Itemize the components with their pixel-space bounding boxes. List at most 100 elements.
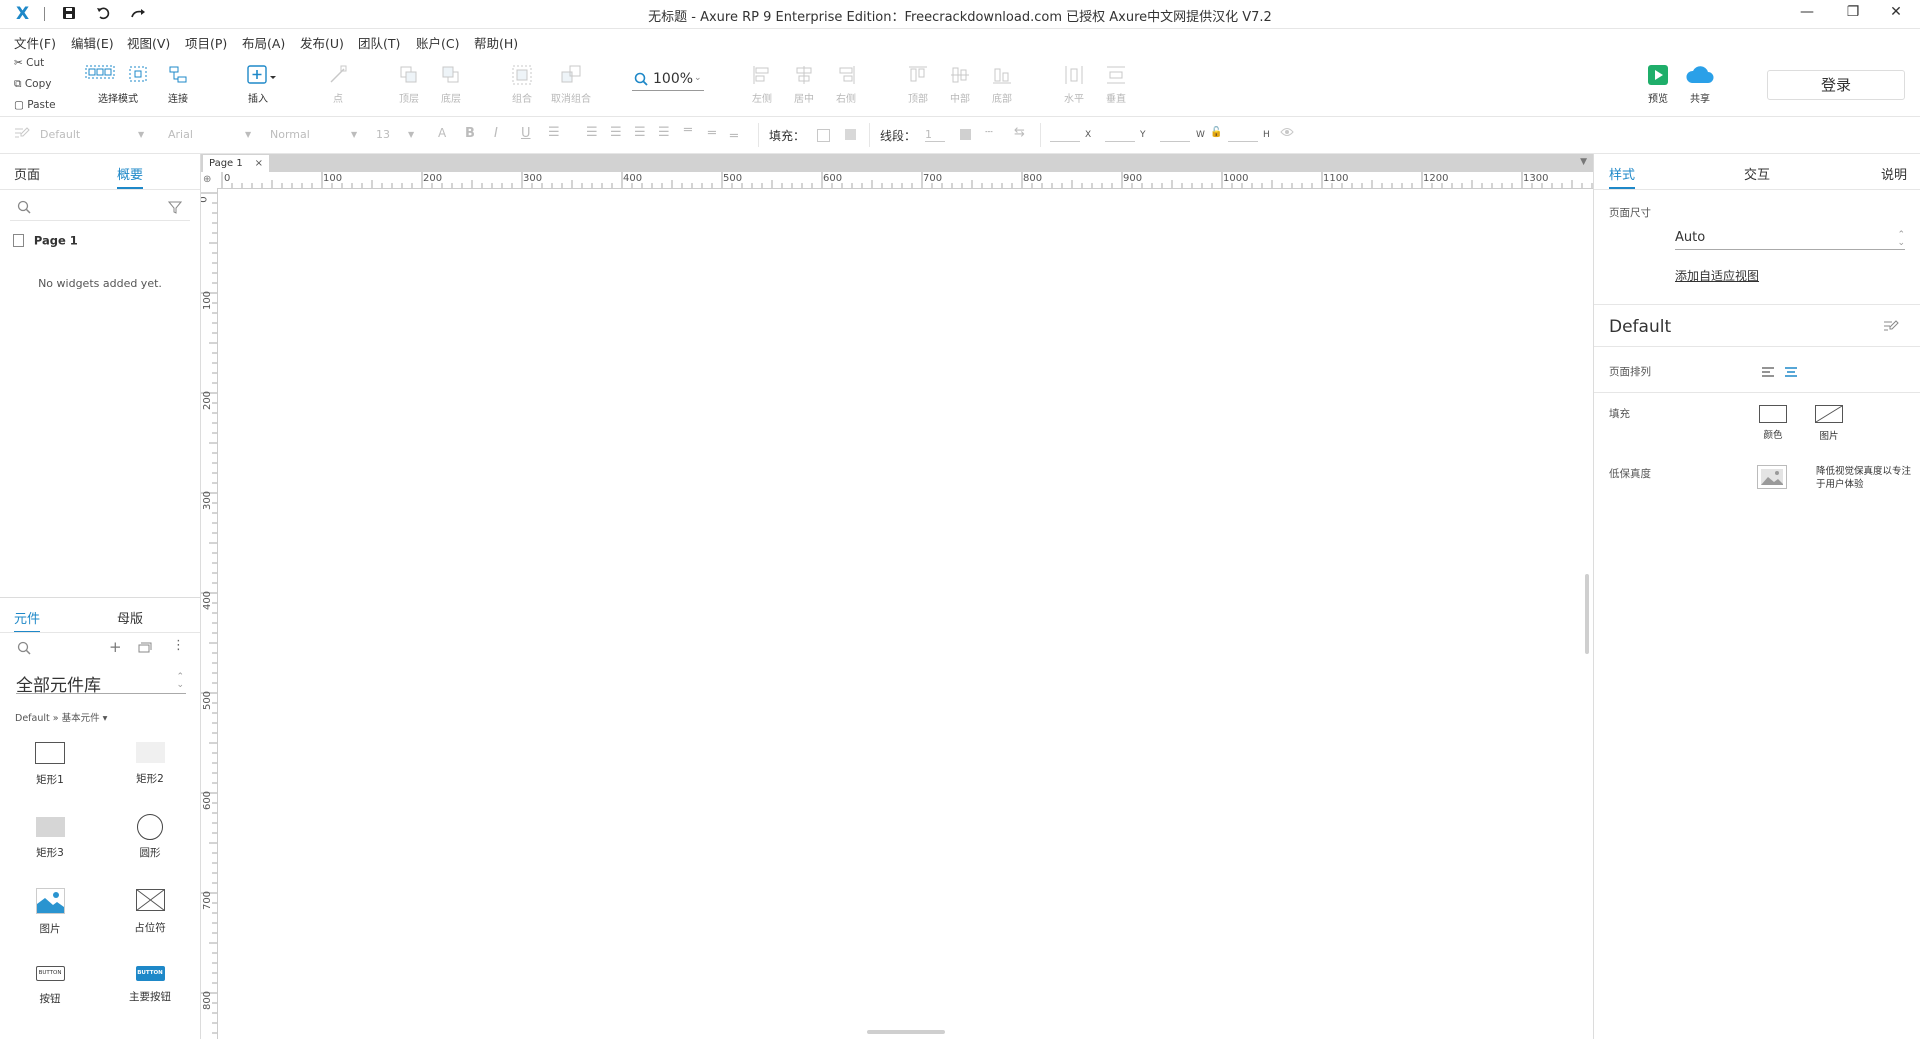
- menu-help[interactable]: 帮助(H): [474, 33, 518, 52]
- fill-color-option[interactable]: 颜色: [1756, 405, 1790, 441]
- h-input[interactable]: [1228, 141, 1258, 142]
- more-options-icon[interactable]: ⋮: [172, 638, 185, 653]
- menu-file[interactable]: 文件(F): [14, 33, 56, 52]
- restore-button[interactable]: ❐: [1833, 4, 1873, 24]
- widget-rectangle-2[interactable]: 矩形2: [110, 742, 190, 786]
- text-align-right-icon[interactable]: ☰: [634, 125, 646, 140]
- cut-button[interactable]: ✂ Cut: [14, 57, 44, 69]
- menu-layout[interactable]: 布局(A): [242, 33, 285, 52]
- arrow-style-icon[interactable]: ⇆: [1014, 125, 1025, 140]
- outline-search-icon[interactable]: [17, 200, 31, 217]
- page-size-select[interactable]: Auto ⌃ ⌄: [1675, 228, 1905, 250]
- paste-button[interactable]: ▢ Paste: [14, 99, 56, 111]
- tab-overflow-icon[interactable]: ▼: [1580, 157, 1587, 167]
- login-button[interactable]: 登录: [1767, 70, 1905, 100]
- text-color-icon[interactable]: A: [438, 126, 446, 140]
- y-input[interactable]: [1105, 141, 1135, 142]
- distribute-vertical-button[interactable]: 垂直: [1094, 64, 1138, 105]
- preview-button[interactable]: 预览: [1636, 64, 1680, 105]
- valign-top-icon[interactable]: ═: [684, 123, 692, 138]
- add-library-icon[interactable]: +: [109, 638, 122, 656]
- align-top-button[interactable]: 顶部: [896, 64, 940, 105]
- widget-placeholder[interactable]: 占位符: [110, 889, 190, 935]
- visibility-eye-icon[interactable]: [1280, 127, 1294, 140]
- menu-project[interactable]: 项目(P): [185, 33, 227, 52]
- doc-tab-page-1[interactable]: Page 1 ×: [203, 155, 269, 172]
- w-input[interactable]: [1160, 141, 1190, 142]
- share-button[interactable]: 共享: [1678, 64, 1722, 105]
- filter-icon[interactable]: [167, 200, 183, 217]
- library-manage-icon[interactable]: [138, 641, 152, 656]
- align-right-button[interactable]: 右侧: [824, 64, 868, 105]
- page-align-left-icon[interactable]: [1761, 366, 1775, 380]
- vertical-scrollbar[interactable]: [1585, 574, 1589, 654]
- tab-close-icon[interactable]: ×: [255, 155, 263, 172]
- align-left-button[interactable]: 左侧: [740, 64, 784, 105]
- point-button[interactable]: 点: [316, 64, 360, 105]
- menu-team[interactable]: 团队(T): [358, 33, 400, 52]
- select-mode-button[interactable]: 选择模式: [80, 64, 156, 105]
- bottom-layer-button[interactable]: 底层: [429, 64, 473, 105]
- distribute-horizontal-button[interactable]: 水平: [1052, 64, 1096, 105]
- page-align-center-icon[interactable]: [1784, 366, 1798, 380]
- align-bottom-button[interactable]: 底部: [980, 64, 1024, 105]
- shadow-swatch[interactable]: [845, 129, 856, 140]
- lock-ratio-icon[interactable]: 🔓: [1210, 127, 1222, 138]
- widget-circle[interactable]: 圆形: [110, 814, 190, 860]
- widget-rectangle-1[interactable]: 矩形1: [10, 742, 90, 787]
- group-button[interactable]: 组合: [500, 64, 544, 105]
- valign-middle-icon[interactable]: ═: [708, 126, 716, 141]
- menu-publish[interactable]: 发布(U): [300, 33, 344, 52]
- zoom-control[interactable]: 100% ⌄: [632, 70, 704, 91]
- tab-interaction[interactable]: 交互: [1744, 164, 1770, 183]
- text-align-left-icon[interactable]: ☰: [586, 125, 598, 140]
- minimize-button[interactable]: —: [1787, 4, 1827, 24]
- fill-image-option[interactable]: 图片: [1812, 405, 1846, 442]
- bullet-list-icon[interactable]: ☰: [548, 125, 560, 140]
- tab-notes[interactable]: 说明: [1881, 164, 1907, 183]
- design-canvas[interactable]: [218, 189, 1593, 1039]
- widget-search-icon[interactable]: [17, 641, 31, 658]
- tab-widgets[interactable]: 元件: [14, 608, 41, 633]
- font-size-select[interactable]: 13: [376, 128, 390, 141]
- add-adaptive-view-link[interactable]: 添加自适应视图: [1675, 267, 1759, 284]
- menu-account[interactable]: 账户(C): [416, 33, 459, 52]
- align-center-button[interactable]: 居中: [782, 64, 826, 105]
- italic-icon[interactable]: I: [494, 126, 498, 141]
- align-middle-button[interactable]: 中部: [938, 64, 982, 105]
- x-input[interactable]: [1050, 141, 1080, 142]
- widget-rectangle-3[interactable]: 矩形3: [10, 817, 90, 860]
- valign-bottom-icon[interactable]: ═: [730, 129, 738, 144]
- weight-select[interactable]: Normal: [270, 128, 310, 141]
- tab-masters[interactable]: 母版: [117, 608, 143, 627]
- line-style-icon[interactable]: ┄: [985, 125, 993, 140]
- menu-view[interactable]: 视图(V): [127, 33, 170, 52]
- connect-button[interactable]: 连接: [156, 64, 200, 105]
- library-breadcrumb[interactable]: Default » 基本元件 ▾: [15, 710, 107, 724]
- outline-page-item[interactable]: Page 1: [13, 233, 78, 248]
- style-select[interactable]: Default: [40, 128, 80, 141]
- widget-image[interactable]: 图片: [10, 888, 90, 936]
- font-select[interactable]: Arial: [168, 128, 193, 141]
- widget-primary-button[interactable]: BUTTON 主要按钮: [110, 966, 190, 1004]
- low-fidelity-toggle[interactable]: [1757, 465, 1787, 492]
- top-layer-button[interactable]: 顶层: [387, 64, 431, 105]
- ruler-origin-icon[interactable]: ⊕: [203, 174, 211, 185]
- style-edit-icon[interactable]: [1883, 319, 1899, 336]
- widget-button[interactable]: BUTTON 按钮: [10, 966, 90, 1006]
- fill-color-swatch[interactable]: [817, 129, 830, 142]
- menu-edit[interactable]: 编辑(E): [71, 33, 114, 52]
- line-color-swatch[interactable]: [960, 129, 971, 140]
- horizontal-scrollbar[interactable]: [867, 1030, 945, 1034]
- tab-outline[interactable]: 概要: [117, 164, 144, 189]
- insert-button[interactable]: 插入: [236, 64, 280, 105]
- library-select[interactable]: 全部元件库 ⌃ ⌄: [16, 671, 186, 696]
- copy-button[interactable]: ⧉ Copy: [14, 78, 51, 91]
- ungroup-button[interactable]: 取消组合: [550, 64, 592, 105]
- close-button[interactable]: ✕: [1876, 4, 1916, 24]
- tab-pages[interactable]: 页面: [14, 164, 40, 183]
- bold-icon[interactable]: B: [465, 126, 475, 141]
- tab-style[interactable]: 样式: [1609, 164, 1636, 189]
- underline-icon[interactable]: U: [521, 126, 531, 141]
- text-align-center-icon[interactable]: ☰: [610, 125, 622, 140]
